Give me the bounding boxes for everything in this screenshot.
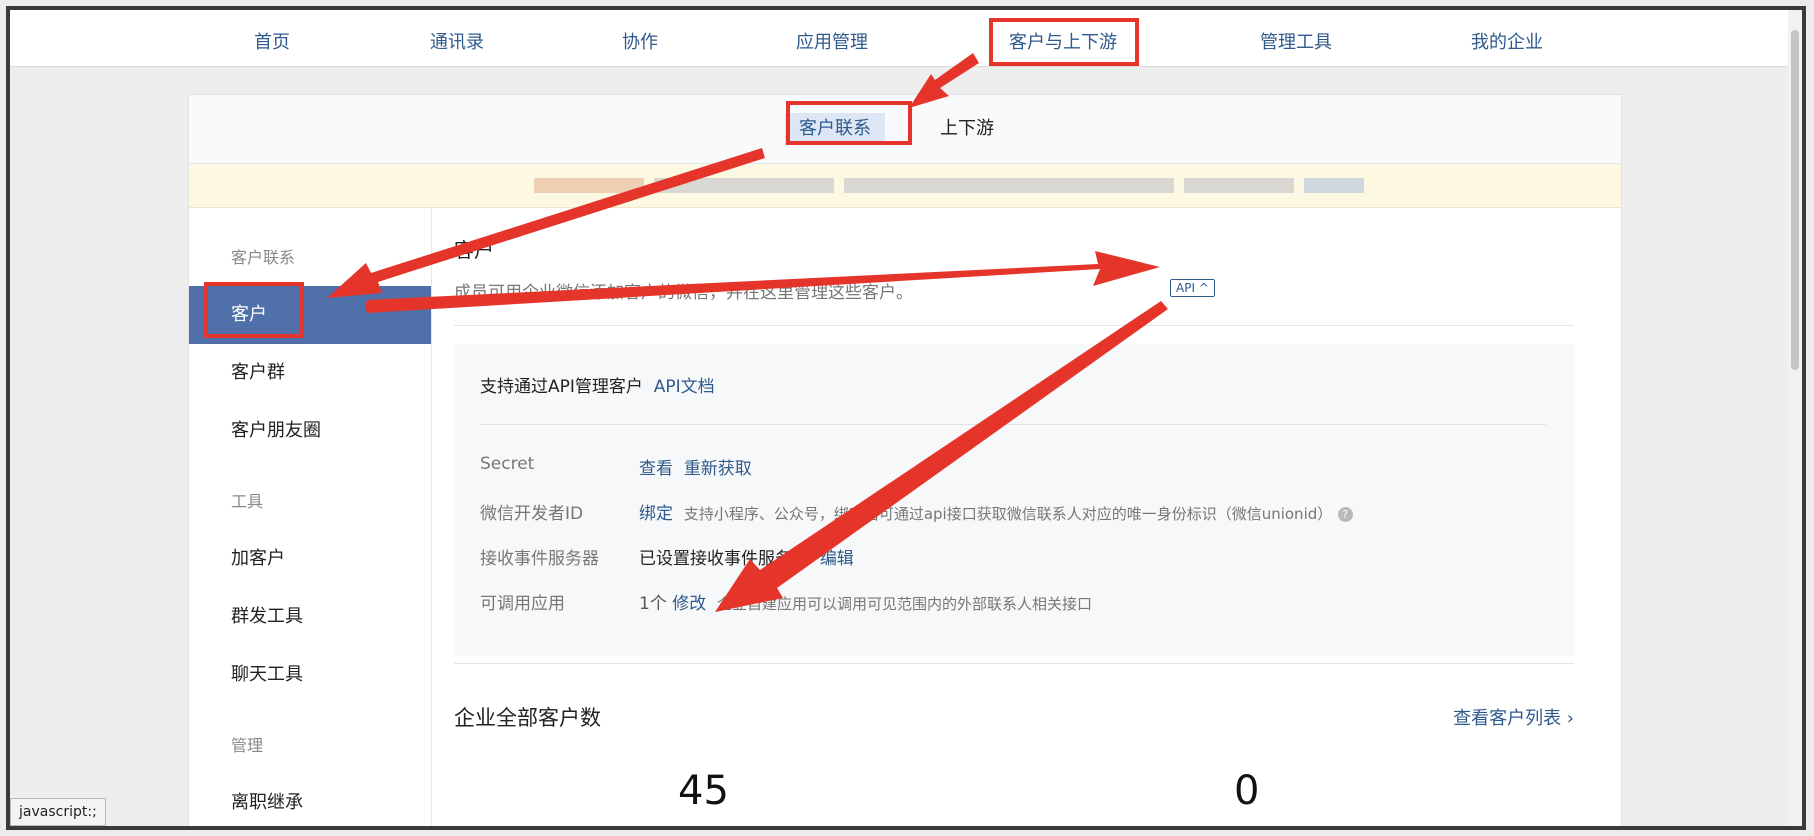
blurred-text bbox=[654, 178, 834, 193]
divider bbox=[454, 325, 1574, 326]
developer-id-label: 微信开发者ID bbox=[480, 504, 584, 524]
regenerate-secret-link[interactable]: 重新获取 bbox=[684, 459, 752, 479]
sidebar-item-resigned-inheritance[interactable]: 离职继承 bbox=[189, 774, 431, 826]
status-bar-url: javascript:; bbox=[10, 798, 106, 826]
help-icon[interactable]: ? bbox=[1337, 506, 1353, 522]
sidebar-item-customer-groups[interactable]: 客户群 bbox=[189, 344, 431, 402]
developer-id-actions: 绑定 支持小程序、公众号，绑定后可通过api接口获取微信联系人对应的唯一身份标识… bbox=[639, 499, 1353, 524]
tab-upstream-downstream[interactable]: 上下游 bbox=[926, 113, 1008, 145]
bind-developer-id-link[interactable]: 绑定 bbox=[639, 504, 673, 524]
callable-apps-actions: 1个 修改 企业自建应用可以调用可见范围内的外部联系人相关接口 bbox=[639, 589, 1092, 614]
top-nav: 首页 通讯录 协作 应用管理 客户与上下游 管理工具 我的企业 bbox=[10, 10, 1802, 67]
blurred-text bbox=[534, 178, 644, 193]
sub-tabs: 客户联系 上下游 bbox=[189, 95, 1621, 164]
nav-contacts[interactable]: 通讯录 bbox=[430, 28, 484, 54]
total-customers-title: 企业全部客户数 bbox=[454, 706, 601, 730]
nav-management-tools[interactable]: 管理工具 bbox=[1260, 28, 1332, 54]
view-secret-link[interactable]: 查看 bbox=[639, 459, 673, 479]
event-server-status: 已设置接收事件服务器 bbox=[639, 549, 809, 569]
scrollbar-thumb[interactable] bbox=[1791, 30, 1799, 370]
divider bbox=[480, 424, 1546, 425]
callable-apps-label: 可调用应用 bbox=[480, 594, 565, 614]
page-title: 客户 bbox=[454, 238, 494, 262]
sidebar-item-mass-send[interactable]: 群发工具 bbox=[189, 588, 431, 646]
sidebar-item-add-customer[interactable]: 加客户 bbox=[189, 530, 431, 588]
callable-apps-count: 1个 bbox=[639, 594, 667, 614]
api-toggle-badge[interactable]: API ^ bbox=[1170, 279, 1215, 297]
sidebar-group-customer-contact: 客户联系 bbox=[231, 248, 296, 267]
page-description: 成员可用企业微信添加客户的微信，并在这里管理这些客户。 bbox=[454, 283, 913, 303]
nav-my-enterprise[interactable]: 我的企业 bbox=[1471, 28, 1543, 54]
blurred-text bbox=[1184, 178, 1294, 193]
sidebar-group-management: 管理 bbox=[231, 736, 264, 755]
api-doc-link[interactable]: API文档 bbox=[654, 377, 715, 397]
secret-actions: 查看 重新获取 bbox=[639, 454, 752, 479]
api-box-title-text: 支持通过API管理客户 bbox=[480, 377, 643, 397]
blurred-text bbox=[1304, 178, 1364, 193]
event-server-actions: 已设置接收事件服务器 编辑 bbox=[639, 544, 854, 569]
browser-frame: 首页 通讯录 协作 应用管理 客户与上下游 管理工具 我的企业 客户联系 上下游… bbox=[6, 6, 1806, 830]
callable-apps-note: 企业自建应用可以调用可见范围内的外部联系人相关接口 bbox=[717, 595, 1093, 613]
blurred-text bbox=[844, 178, 1174, 193]
divider bbox=[454, 663, 1574, 664]
modify-callable-apps-link[interactable]: 修改 bbox=[672, 594, 706, 614]
nav-home[interactable]: 首页 bbox=[254, 28, 290, 54]
stat-secondary: 0 bbox=[1234, 768, 1260, 814]
developer-id-note: 支持小程序、公众号，绑定后可通过api接口获取微信联系人对应的唯一身份标识（微信… bbox=[683, 505, 1333, 523]
sidebar: 客户联系 客户 客户群 客户朋友圈 工具 加客户 群发工具 聊天工具 管理 离职… bbox=[189, 208, 432, 826]
api-settings-box: 支持通过API管理客户 API文档 Secret 查看 重新获取 微信开发者ID… bbox=[454, 344, 1574, 656]
sidebar-group-tools: 工具 bbox=[231, 492, 264, 511]
nav-app-management[interactable]: 应用管理 bbox=[796, 28, 868, 54]
sidebar-item-moments[interactable]: 客户朋友圈 bbox=[189, 402, 431, 460]
page-scrollbar[interactable] bbox=[1788, 10, 1802, 826]
secret-label: Secret bbox=[480, 454, 535, 474]
tab-customer-contact[interactable]: 客户联系 bbox=[785, 113, 885, 145]
event-server-label: 接收事件服务器 bbox=[480, 549, 599, 569]
stat-total-customers: 45 bbox=[678, 768, 729, 814]
nav-customers-upstream[interactable]: 客户与上下游 bbox=[1009, 28, 1117, 54]
api-box-title: 支持通过API管理客户 API文档 bbox=[480, 372, 715, 397]
edit-event-server-link[interactable]: 编辑 bbox=[820, 549, 854, 569]
notice-bar-blurred bbox=[189, 164, 1621, 208]
nav-collaboration[interactable]: 协作 bbox=[622, 28, 658, 54]
view-customer-list-link[interactable]: 查看客户列表 › bbox=[1453, 704, 1574, 730]
sidebar-item-customers[interactable]: 客户 bbox=[189, 286, 431, 344]
content-card: 客户联系 上下游 客户联系 客户 客户群 客户朋友圈 工具 加客户 群发工具 聊… bbox=[188, 94, 1622, 826]
sidebar-item-chat-tools[interactable]: 聊天工具 bbox=[189, 646, 431, 704]
